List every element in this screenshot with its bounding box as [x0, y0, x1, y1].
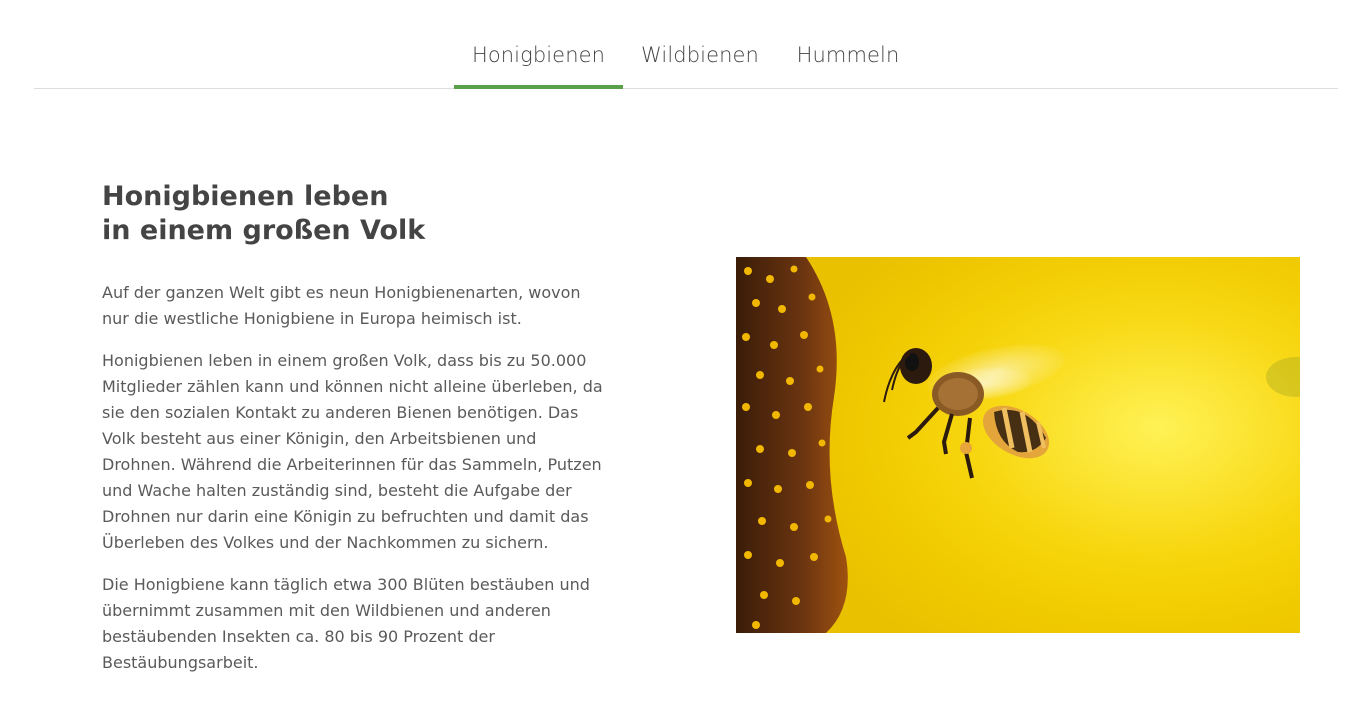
paragraph-1: Auf der ganzen Welt gibt es neun Honigbi… [102, 283, 581, 328]
honeybee-photo [736, 257, 1300, 633]
paragraph-3: Die Honigbiene kann täglich etwa 300 Blü… [102, 575, 590, 672]
section-title-line-2: in einem großen Volk [102, 215, 426, 246]
species-tabs: Honigbienen Wildbienen Hummeln [34, 0, 1338, 89]
paragraph-2: Honigbienen leben in einem großen Volk, … [102, 351, 603, 552]
tab-honigbienen[interactable]: Honigbienen [454, 27, 623, 89]
section-title: Honigbienen leben in einem großen Volk [102, 180, 662, 248]
honeybee-illustration [736, 257, 1300, 633]
section-title-line-1: Honigbienen leben [102, 181, 389, 212]
tab-hummeln[interactable]: Hummeln [781, 27, 915, 89]
section-text: Auf der ganzen Welt gibt es neun Honigbi… [102, 280, 612, 692]
tab-wildbienen[interactable]: Wildbienen [625, 27, 775, 89]
